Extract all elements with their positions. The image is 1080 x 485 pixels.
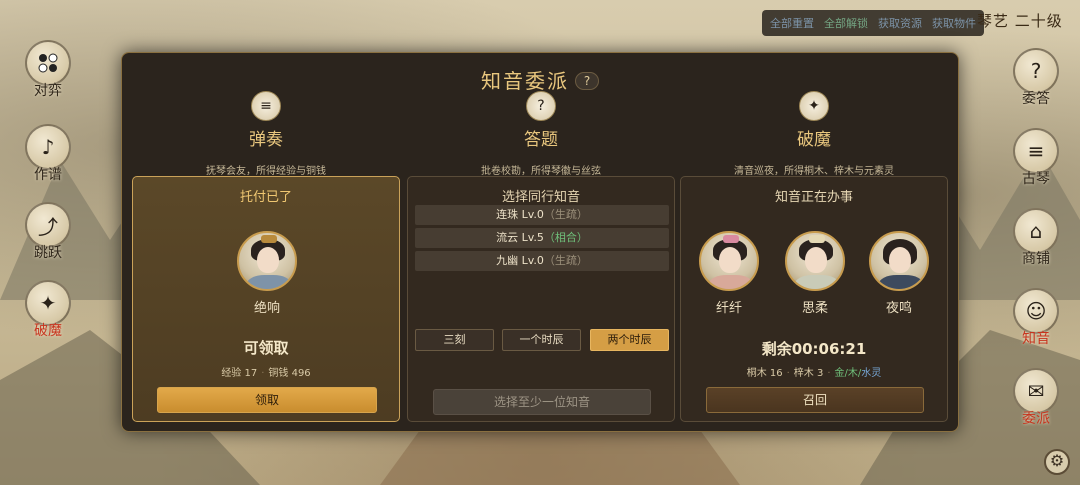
help-button[interactable]: ? <box>575 72 599 90</box>
nav-item-pomo[interactable]: ✦ 破魔 <box>18 280 78 340</box>
column-desc: 批卷校勘，所得琴徽与丝弦 <box>481 166 601 177</box>
character-card: 思柔 <box>783 231 847 316</box>
nav-label: 对弈 <box>34 83 62 99</box>
nav-item-zuopu[interactable]: ♪ 作谱 <box>18 124 78 184</box>
column-head-play: ≡ 弹奏 抚琴会友，所得经验与铜钱 <box>132 91 400 177</box>
character-name: 绝响 <box>253 301 280 316</box>
character-name: 纤纤 <box>715 301 742 316</box>
countdown-timer: 剩余00:06:21 <box>761 340 867 358</box>
reward-elements: 金/木/水灵 <box>834 368 882 379</box>
companion-row[interactable]: 连珠 Lv.0（生疏） <box>415 205 669 225</box>
nav-item-guqin[interactable]: ≡ 古琴 <box>1006 128 1066 188</box>
reward-tong: 桐木 16 <box>746 368 783 379</box>
reward-exp: 经验 17 <box>221 368 258 379</box>
guqin-icon: ≡ <box>251 91 281 121</box>
character-portrait <box>237 231 297 291</box>
claim-button[interactable]: 领取 <box>157 387 377 413</box>
element-wood: 木 <box>847 368 858 379</box>
companion-name: 流云 Lv.5 <box>496 231 544 244</box>
unlock-all-button[interactable]: 全部解锁 <box>824 15 868 31</box>
exorcise-icon: ✦ <box>799 91 829 121</box>
character-portrait <box>699 231 759 291</box>
companion-list: 连珠 Lv.0（生疏） 流云 Lv.5（相合） 九幽 Lv.0（生疏） <box>415 205 669 274</box>
recall-button[interactable]: 召回 <box>706 387 924 413</box>
character-card: 夜鸣 <box>867 231 931 316</box>
reward-coin: 铜钱 496 <box>268 368 311 379</box>
companion-name: 连珠 Lv.0 <box>496 208 544 221</box>
character-card: 绝响 <box>237 231 297 316</box>
claim-status: 可领取 <box>243 339 289 357</box>
column-head-exorcise: ✦ 破魔 清音巡夜，所得桐木、梓木与元素灵 <box>680 91 948 177</box>
nav-label: 破魔 <box>34 323 62 339</box>
character-name: 思柔 <box>801 301 828 316</box>
nav-label: 古琴 <box>1022 171 1050 187</box>
panel-exorcise: 知音正在办事 纤纤 思柔 夜鸣 剩余00:06:21 桐木 16 · 梓木 3 … <box>680 176 948 422</box>
element-metal: 金 <box>834 368 845 379</box>
nav-item-zhiyin[interactable]: ☺ 知音 <box>1006 288 1066 348</box>
companion-row[interactable]: 流云 Lv.5（相合） <box>415 228 669 248</box>
companion-relation: （相合） <box>543 231 588 244</box>
settings-gear-icon[interactable]: ⚙ <box>1044 449 1070 475</box>
column-name: 弹奏 <box>249 130 283 150</box>
column-desc: 抚琴会友，所得经验与铜钱 <box>206 166 326 177</box>
nav-item-weipai[interactable]: ✉ 委派 <box>1006 368 1066 428</box>
busy-characters: 纤纤 思柔 夜鸣 <box>681 231 947 321</box>
nav-label: 知音 <box>1022 331 1050 347</box>
nav-label: 商铺 <box>1022 251 1050 267</box>
panel-title: 选择同行知音 <box>501 190 580 205</box>
nav-label: 作谱 <box>34 167 62 183</box>
column-name: 答题 <box>524 130 558 150</box>
reset-all-button[interactable]: 全部重置 <box>770 15 814 31</box>
companion-row[interactable]: 九幽 Lv.0（生疏） <box>415 251 669 271</box>
panel-quiz: 选择同行知音 连珠 Lv.0（生疏） 流云 Lv.5（相合） 九幽 Lv.0（生… <box>407 176 675 422</box>
skill-level-label: 琴艺 二十级 <box>977 12 1063 30</box>
panel-play: 托付已了 绝响 可领取 经验 17 · 铜钱 496 领取 <box>132 176 400 422</box>
panel-title: 知音正在办事 <box>774 190 853 205</box>
modal-title: 知音委派? <box>122 65 958 94</box>
dispatch-button-disabled[interactable]: 选择至少一位知音 <box>433 389 651 415</box>
nav-item-duiyi[interactable]: 对弈 <box>18 40 78 100</box>
element-water: 水灵 <box>861 368 882 379</box>
get-items-button[interactable]: 获取物件 <box>932 15 976 31</box>
duration-option-selected[interactable]: 两个时辰 <box>590 329 669 351</box>
dispatch-modal: 知音委派? ≡ 弹奏 抚琴会友，所得经验与铜钱 ? 答题 批卷校勘，所得琴徽与丝… <box>121 52 959 432</box>
nav-item-weida[interactable]: ? 委答 <box>1006 48 1066 108</box>
companion-relation: （生疏） <box>543 208 588 221</box>
nav-label: 委派 <box>1022 411 1050 427</box>
column-head-quiz: ? 答题 批卷校勘，所得琴徽与丝弦 <box>407 91 675 177</box>
reward-line: 桐木 16 · 梓木 3 · 金/木/水灵 <box>746 368 882 379</box>
column-name: 破魔 <box>797 130 831 150</box>
companion-name: 九幽 Lv.0 <box>496 254 544 267</box>
nav-label: 委答 <box>1022 91 1050 107</box>
question-scroll-icon: ? <box>526 91 556 121</box>
nav-item-shangpu[interactable]: ⌂ 商铺 <box>1006 208 1066 268</box>
duration-selector: 三刻 一个时辰 两个时辰 <box>415 329 669 351</box>
reward-line: 经验 17 · 铜钱 496 <box>221 368 311 379</box>
get-resources-button[interactable]: 获取资源 <box>878 15 922 31</box>
character-portrait <box>785 231 845 291</box>
panel-title: 托付已了 <box>239 190 292 205</box>
nav-item-tiaoyue[interactable]: ⤴ 跳跃 <box>18 202 78 262</box>
duration-option[interactable]: 一个时辰 <box>502 329 581 351</box>
modal-title-text: 知音委派 <box>481 69 569 93</box>
character-portrait <box>869 231 929 291</box>
column-desc: 清音巡夜，所得桐木、梓木与元素灵 <box>734 166 894 177</box>
nav-label: 跳跃 <box>34 245 62 261</box>
character-name: 夜鸣 <box>885 301 912 316</box>
debug-toolbar: 全部重置 全部解锁 获取资源 获取物件 <box>762 10 984 36</box>
character-card: 纤纤 <box>697 231 761 316</box>
reward-zi: 梓木 3 <box>793 368 824 379</box>
companion-relation: （生疏） <box>543 254 588 267</box>
duration-option[interactable]: 三刻 <box>415 329 494 351</box>
